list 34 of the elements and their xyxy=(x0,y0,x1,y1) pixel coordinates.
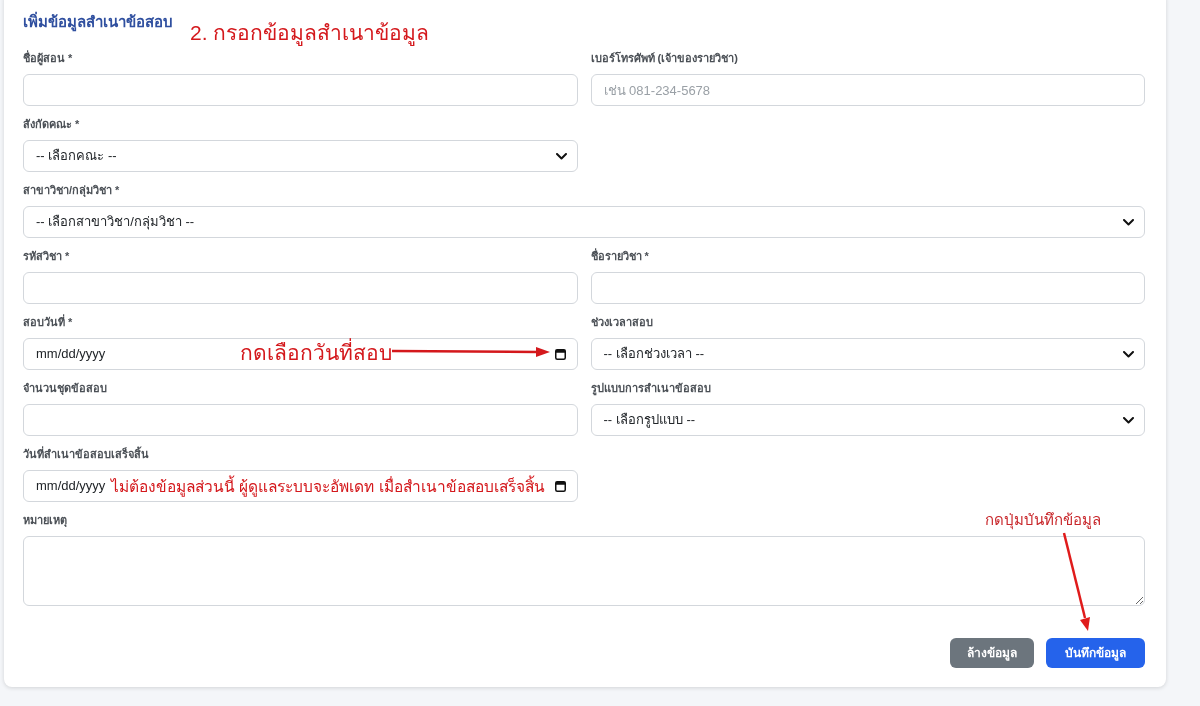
calendar-icon[interactable] xyxy=(554,480,566,492)
calendar-icon[interactable] xyxy=(554,348,566,360)
field-label: จำนวนชุดข้อสอบ xyxy=(23,381,107,396)
textarea-field[interactable] xyxy=(23,536,1145,606)
field-label: วันที่สำเนาข้อสอบเสร็จสิ้น xyxy=(23,446,149,462)
input-field[interactable] xyxy=(23,74,578,106)
chevron-down-icon xyxy=(1123,416,1134,424)
input-field[interactable] xyxy=(23,272,578,304)
dropdown[interactable]: -- เลือกช่วงเวลา -- xyxy=(590,338,1145,370)
dropdown[interactable]: -- เลือกรูปแบบ -- xyxy=(590,404,1145,436)
field-label: ชื่อผู้สอน * xyxy=(23,50,73,66)
field-label: หมายเหตุ xyxy=(23,513,67,528)
save-button[interactable]: บันทึกข้อมูล xyxy=(1046,638,1145,668)
field-label: เบอร์โทรศัพท์ (เจ้าของรายวิชา) xyxy=(590,50,738,66)
input-field[interactable] xyxy=(23,404,578,436)
clear-button[interactable]: ล้างข้อมูล xyxy=(950,638,1034,668)
chevron-down-icon xyxy=(1123,218,1134,226)
annotation-text: กดปุ่มบันทึกข้อมูล xyxy=(985,510,1101,530)
chevron-down-icon xyxy=(555,152,567,160)
field-label: รูปแบบการสำเนาข้อสอบ xyxy=(590,381,711,396)
field-label: สาขาวิชา/กลุ่มวิชา * xyxy=(23,183,120,198)
annotation-text: กดเลือกวันที่สอบ xyxy=(240,339,392,367)
field-label: สอบวันที่ * xyxy=(23,314,73,330)
chevron-down-icon xyxy=(1123,350,1134,358)
field-label: สังกัดคณะ * xyxy=(23,117,80,132)
form-title: เพิ่มข้อมูลสำเนาข้อสอบ xyxy=(23,12,173,32)
field-label: ชื่อรายวิชา * xyxy=(590,248,649,264)
dropdown[interactable]: -- เลือกสาขาวิชา/กลุ่มวิชา -- xyxy=(23,206,1145,238)
field-label: รหัสวิชา * xyxy=(23,249,70,264)
input-field[interactable] xyxy=(590,272,1145,304)
annotation-text: 2. กรอกข้อมูลสำเนาข้อมูล xyxy=(190,20,430,47)
field-label: ช่วงเวลาสอบ xyxy=(590,315,653,330)
input-field[interactable]: เช่น 081-234-5678 xyxy=(590,74,1145,106)
dropdown[interactable]: -- เลือกคณะ -- xyxy=(23,140,578,172)
